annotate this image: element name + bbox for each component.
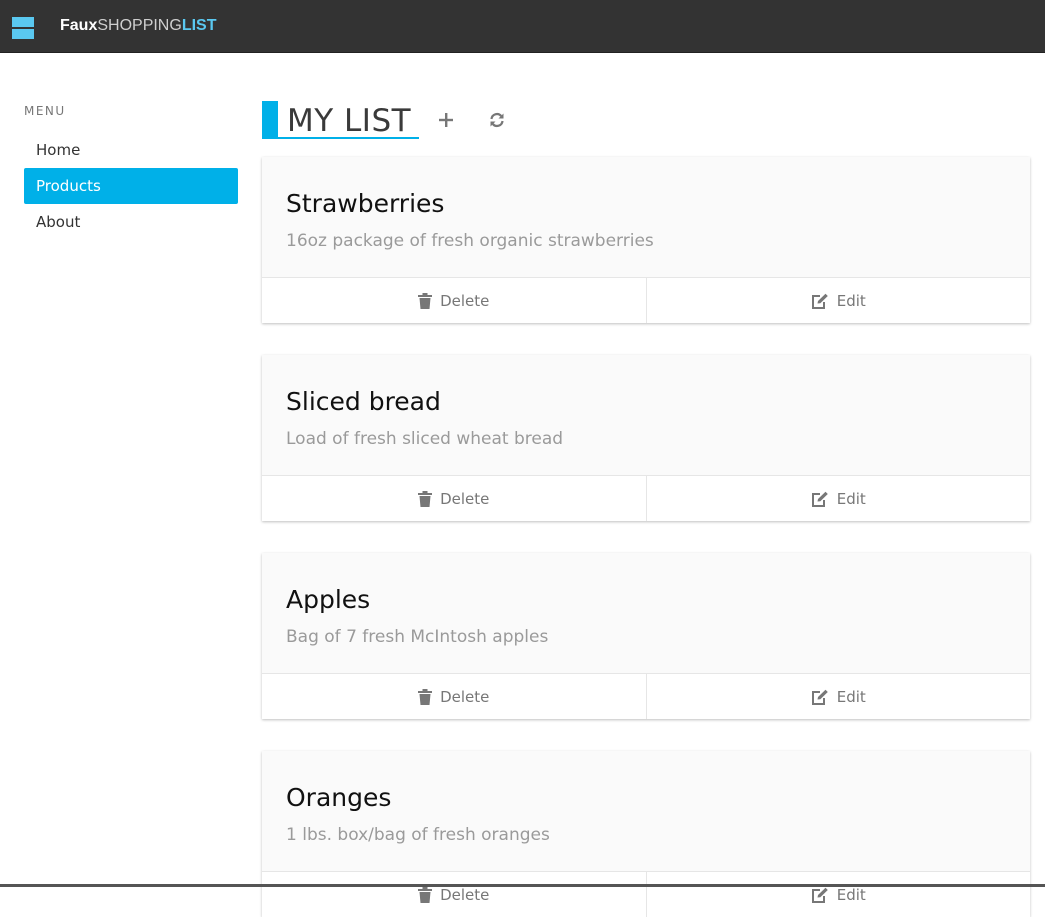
sidebar-item-home[interactable]: Home [24,132,238,168]
sidebar-item-products[interactable]: Products [24,168,238,204]
product-card: Oranges 1 lbs. box/bag of fresh oranges … [262,751,1030,917]
trash-icon [418,490,433,507]
delete-button[interactable]: Delete [262,278,646,323]
edit-button[interactable]: Edit [645,674,1031,719]
edit-icon [811,293,828,309]
delete-label: Delete [440,687,490,706]
product-name: Oranges [286,783,392,812]
brand-faux: Faux [60,17,98,34]
title-accent-bar [262,101,278,139]
edit-icon [811,491,828,507]
delete-label: Delete [440,489,490,508]
product-name: Apples [286,585,371,614]
sidebar-item-about[interactable]: About [24,204,238,240]
edit-label: Edit [836,885,866,904]
card-actions: Delete Edit [262,871,1030,917]
product-description: 16oz package of fresh organic strawberri… [286,231,654,251]
product-card: Sliced bread Load of fresh sliced wheat … [262,355,1030,521]
product-description: 1 lbs. box/bag of fresh oranges [286,825,550,845]
brand-shopping: SHOPPING [97,17,182,34]
product-card: Strawberries 16oz package of fresh organ… [262,157,1030,323]
card-actions: Delete Edit [262,475,1030,521]
edit-button[interactable]: Edit [645,476,1031,521]
product-description: Bag of 7 fresh McIntosh apples [286,627,549,647]
sidebar-menu-label: MENU [24,104,66,118]
plus-icon [439,113,453,127]
refresh-button[interactable] [485,108,509,132]
trash-icon [418,688,433,705]
product-name: Sliced bread [286,387,441,416]
product-card: Apples Bag of 7 fresh McIntosh apples De… [262,553,1030,719]
card-actions: Delete Edit [262,673,1030,719]
menu-toggle-icon[interactable] [12,17,34,39]
add-item-button[interactable] [434,108,458,132]
delete-label: Delete [440,885,490,904]
edit-label: Edit [836,489,866,508]
product-name: Strawberries [286,189,445,218]
brand-list: LIST [181,17,217,34]
page-title: MY LIST [287,103,412,139]
edit-icon [811,689,828,705]
delete-button[interactable]: Delete [262,674,646,719]
product-description: Load of fresh sliced wheat bread [286,429,564,449]
edit-label: Edit [836,687,866,706]
refresh-icon [490,112,504,128]
card-actions: Delete Edit [262,277,1030,323]
delete-button[interactable]: Delete [262,872,646,917]
app-brand[interactable]: FauxSHOPPINGLIST [60,17,216,35]
top-navbar: FauxSHOPPINGLIST [0,0,1045,53]
edit-label: Edit [836,291,866,310]
edit-button[interactable]: Edit [645,278,1031,323]
delete-label: Delete [440,291,490,310]
edit-button[interactable]: Edit [645,872,1031,917]
edit-icon [811,887,828,903]
delete-button[interactable]: Delete [262,476,646,521]
trash-icon [418,886,433,903]
trash-icon [418,292,433,309]
